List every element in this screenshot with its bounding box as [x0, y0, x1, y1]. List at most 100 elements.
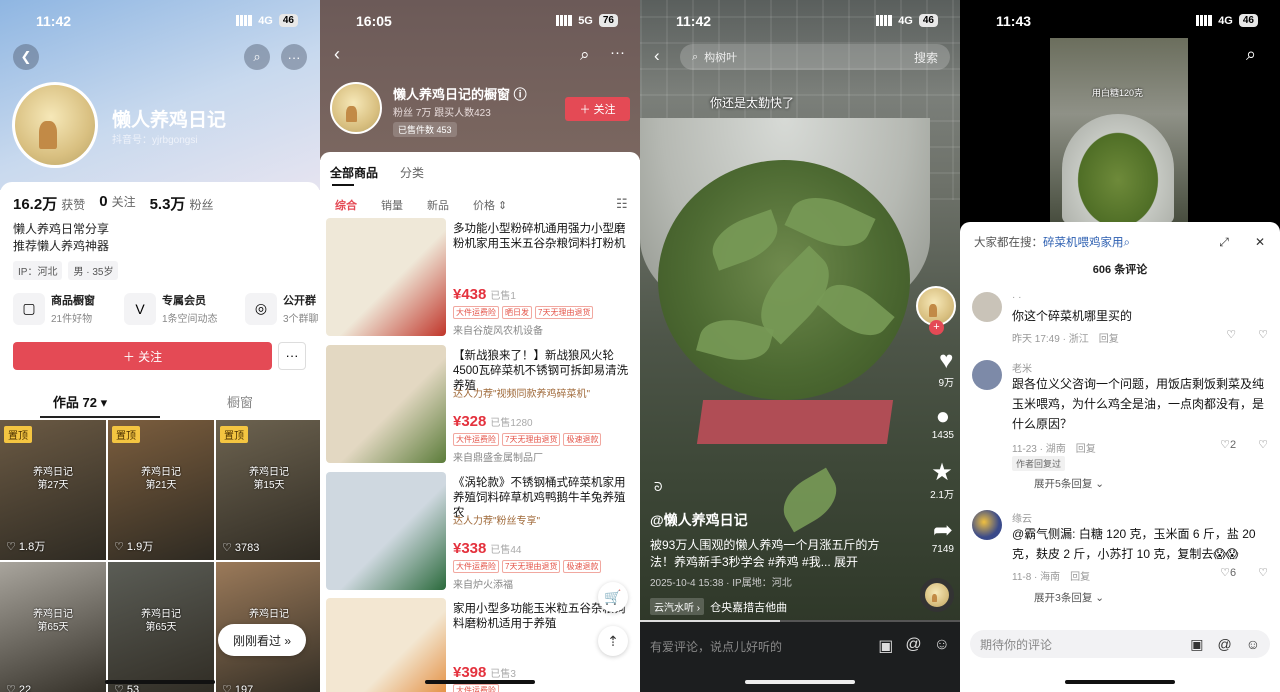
- back-icon[interactable]: ‹: [654, 46, 660, 66]
- hot-search-term[interactable]: 碎菜机喂鸡家用: [1043, 237, 1124, 249]
- more-button[interactable]: ···: [278, 342, 306, 370]
- like-icon[interactable]: ♡: [1226, 328, 1236, 341]
- reply-button[interactable]: 回复: [1076, 440, 1096, 455]
- vip-entry[interactable]: V 专属会员 1条空间动态: [124, 292, 218, 325]
- emoji-icon[interactable]: ☺: [1246, 636, 1260, 653]
- favorite-button[interactable]: ★ 2.1万: [930, 460, 954, 502]
- tab-category[interactable]: 分类: [400, 164, 424, 181]
- search-icon[interactable]: ⌕: [244, 44, 270, 70]
- pinned-badge: 置顶: [220, 426, 248, 443]
- cart-icon[interactable]: 🛒: [598, 582, 628, 612]
- tab-window[interactable]: 橱窗: [160, 392, 320, 418]
- at-icon[interactable]: @: [905, 636, 921, 656]
- music-disc-icon[interactable]: [920, 578, 954, 612]
- video-thumb[interactable]: 置顶 养鸡日记 第15天 ♡ 3783: [216, 420, 320, 560]
- product-card[interactable]: 家用小型多功能玉米粒五谷杂粮饲料磨粉机适用于养殖 ¥398 已售3 大件运费险: [326, 598, 634, 692]
- follow-button[interactable]: ＋ 关注: [13, 342, 272, 370]
- stat-fans[interactable]: 5.3万 粉丝: [150, 193, 214, 214]
- product-card[interactable]: 【新战狼来了！】新战狼风火轮4500瓦碎菜机不锈钢可拆卸易清洗养殖 达人力荐"视…: [326, 345, 634, 469]
- author-name[interactable]: @懒人养鸡日记: [650, 510, 748, 530]
- dislike-icon[interactable]: ♡: [1258, 566, 1268, 579]
- avatar[interactable]: [972, 292, 1002, 322]
- layout-toggle-icon[interactable]: ☷: [616, 196, 628, 212]
- tab-all-products[interactable]: 全部商品: [330, 164, 378, 181]
- network-label: 4G: [258, 14, 273, 27]
- stat-likes[interactable]: 16.2万 获赞: [13, 193, 85, 214]
- search-small-icon: ⌕: [1123, 237, 1130, 249]
- video-description[interactable]: 被93万人围观的懒人养鸡一个月涨五斤的方法！养鸡新手3秒学会 #养鸡 #我...…: [650, 537, 890, 571]
- signal-icon: [556, 15, 573, 26]
- search-button[interactable]: 搜索: [914, 49, 938, 66]
- comment-input[interactable]: 有爱评论，说点儿好听的: [650, 638, 782, 655]
- like-button[interactable]: ♡6: [1220, 566, 1236, 579]
- comment-author[interactable]: 老米: [1012, 360, 1032, 375]
- expand-replies[interactable]: 展开5条回复 ⌄: [1034, 476, 1104, 491]
- comment-button[interactable]: ● 1435: [932, 404, 954, 442]
- sort-sales[interactable]: 销量: [381, 197, 403, 213]
- video-thumb[interactable]: 置顶 养鸡日记 第21天 ♡ 1.9万: [108, 420, 214, 560]
- recently-viewed-button[interactable]: 刚刚看过 »: [218, 624, 306, 656]
- avatar[interactable]: [12, 82, 98, 168]
- product-card[interactable]: 多功能小型粉碎机通用强力小型磨粉机家用玉米五谷杂粮饲料打粉机 ¥438 已售1 大…: [326, 218, 634, 342]
- video-thumb[interactable]: 养鸡日记 第65天 ♡ 22: [0, 562, 106, 692]
- back-to-top-icon[interactable]: ⇡: [598, 626, 628, 656]
- video-likes: ♡ 3783: [222, 542, 260, 554]
- comment-input[interactable]: 期待你的评论 ▣ @ ☺: [970, 630, 1270, 658]
- func-sub: 3个群聊: [283, 314, 319, 325]
- sort-new[interactable]: 新品: [427, 197, 449, 213]
- product-card[interactable]: 《涡轮款》不锈钢桶式碎菜机家用养殖饲料碎草机鸡鸭鹅牛羊兔养殖农 达人力荐"粉丝专…: [326, 472, 634, 596]
- back-button[interactable]: ❮: [13, 44, 39, 70]
- avatar[interactable]: [972, 360, 1002, 390]
- more-icon[interactable]: ···: [610, 44, 625, 61]
- search-icon[interactable]: ⌕: [1246, 44, 1256, 65]
- video-title: 养鸡日记 第27天: [33, 467, 73, 491]
- close-icon[interactable]: ✕: [1250, 232, 1270, 252]
- back-icon[interactable]: ‹: [334, 44, 340, 65]
- image-icon[interactable]: ▣: [878, 636, 893, 656]
- shop-avatar[interactable]: [330, 82, 382, 134]
- follow-plus-icon[interactable]: +: [929, 320, 944, 335]
- red-stand: [696, 400, 894, 444]
- video-thumb[interactable]: 养鸡日记 第65天 ♡ 53: [108, 562, 214, 692]
- shop-window-entry[interactable]: ▢ 商品橱窗 21件好物: [13, 292, 95, 325]
- comment-author[interactable]: 缘云: [1012, 510, 1032, 525]
- follow-button[interactable]: ＋ 关注: [565, 97, 630, 121]
- dislike-icon[interactable]: ♡: [1258, 438, 1268, 451]
- share-button[interactable]: ➦ 7149: [931, 518, 954, 556]
- tab-works[interactable]: 作品 72 ▾: [0, 392, 160, 418]
- emoji-icon[interactable]: ☺: [934, 636, 950, 656]
- video-player-panel: 11:42 4G 46 ‹ ⌕ 构树叶 搜索 你还是太勤快了 + ♥ 9万 ● 143…: [640, 0, 960, 692]
- search-bar[interactable]: ⌕ 构树叶 搜索: [680, 44, 950, 70]
- expand-replies[interactable]: 展开3条回复 ⌄: [1034, 590, 1104, 605]
- mini-video[interactable]: [1050, 38, 1188, 228]
- product-shop: 来自谷旋风农机设备: [453, 326, 543, 337]
- share-count: 7149: [931, 544, 954, 555]
- like-button[interactable]: ♥ 9万: [938, 348, 954, 390]
- comment-author[interactable]: · ·: [1012, 292, 1021, 303]
- reply-button[interactable]: 回复: [1099, 330, 1119, 345]
- like-count: 6: [1230, 567, 1237, 579]
- func-title: 专属会员: [162, 295, 206, 307]
- sort-overall[interactable]: 综合: [335, 197, 357, 213]
- sort-price[interactable]: 价格 ⇕: [473, 197, 507, 213]
- like-button[interactable]: ♡2: [1220, 438, 1236, 451]
- music-bar[interactable]: 云汽水听 › 仓央嘉措吉他曲: [650, 598, 787, 615]
- comment-actions: ♡2 ♡: [1220, 438, 1268, 451]
- at-icon[interactable]: @: [1217, 636, 1231, 653]
- reply-button[interactable]: 回复: [1070, 568, 1090, 583]
- status-time: 11:42: [676, 13, 712, 29]
- dislike-icon[interactable]: ♡: [1258, 328, 1268, 341]
- video-thumb[interactable]: 置顶 养鸡日记 第27天 ♡ 1.8万: [0, 420, 106, 560]
- group-entry[interactable]: ◎ 公开群 3个群聊: [245, 292, 319, 325]
- image-icon[interactable]: ▣: [1190, 636, 1203, 653]
- avatar[interactable]: [972, 510, 1002, 540]
- search-icon[interactable]: ⌕: [580, 45, 590, 65]
- status-bar: 11:42 4G 46: [640, 0, 960, 42]
- more-icon[interactable]: ···: [281, 44, 307, 70]
- expand-icon[interactable]: ⤢: [1214, 232, 1234, 252]
- stat-following[interactable]: 0 关注: [99, 193, 135, 214]
- hot-search[interactable]: 大家都在搜：碎菜机喂鸡家用⌕: [974, 234, 1130, 250]
- video-title: 养鸡日记: [249, 609, 289, 620]
- comment-text: 你这个碎菜机哪里买的: [1012, 309, 1133, 323]
- video-likes: ♡ 22: [6, 684, 32, 692]
